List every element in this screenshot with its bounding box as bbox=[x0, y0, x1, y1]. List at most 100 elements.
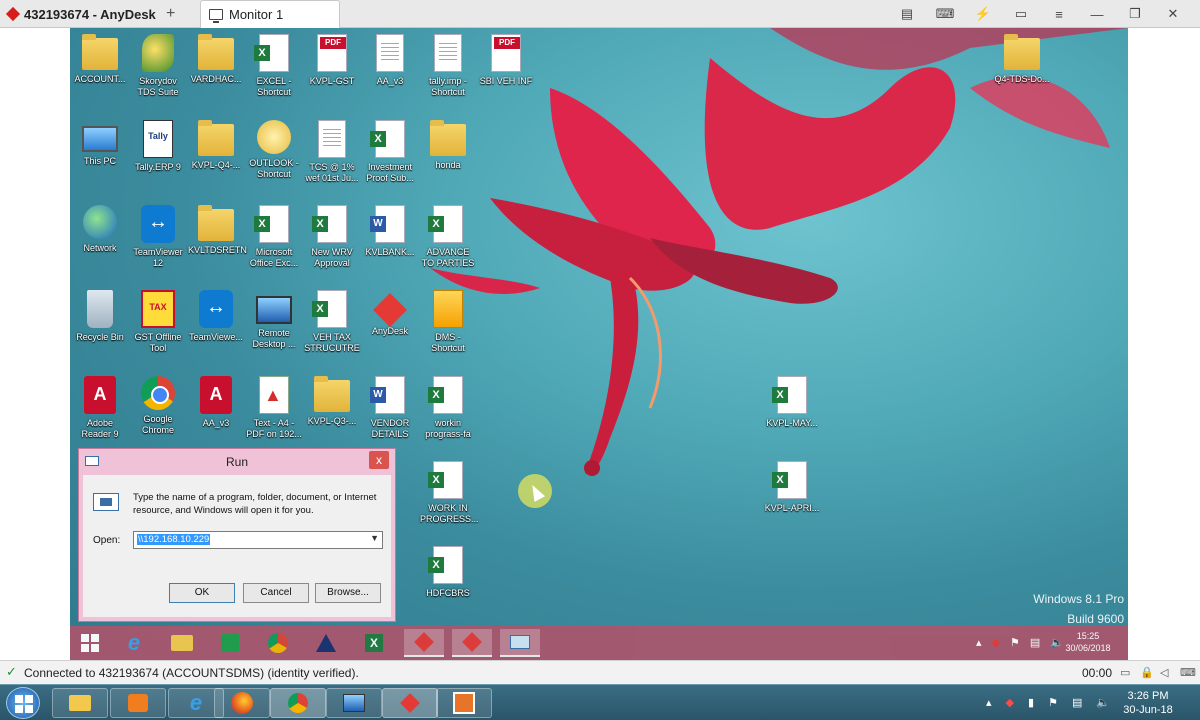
desktop-icon[interactable]: Network bbox=[72, 205, 128, 254]
run-dialog-titlebar[interactable]: Run x bbox=[79, 449, 395, 475]
desktop-icon[interactable]: KVPL-MAY... bbox=[764, 376, 820, 429]
desktop-icon[interactable]: KVPL-GST bbox=[304, 34, 360, 87]
cancel-button[interactable]: Cancel bbox=[243, 583, 309, 603]
keyboard-icon[interactable]: ⌨ bbox=[926, 4, 964, 24]
anydesk-tray-icon[interactable]: ◆ bbox=[992, 636, 1000, 649]
desktop-icon[interactable]: EXCEL - Shortcut bbox=[246, 34, 302, 98]
network-icon[interactable]: ▤ bbox=[1072, 696, 1082, 709]
taskbar-store[interactable] bbox=[210, 629, 250, 657]
desktop-icon[interactable]: KVPL-APRI... bbox=[764, 461, 820, 514]
taskbar-ie[interactable]: e bbox=[114, 629, 154, 657]
desktop-icon[interactable]: WORK IN PROGRESS... bbox=[420, 461, 479, 525]
menu-icon[interactable]: ≡ bbox=[1040, 4, 1078, 24]
host-taskbar-chrome[interactable] bbox=[270, 688, 326, 718]
desktop-icon[interactable]: KVPL-Q4-... bbox=[188, 120, 244, 171]
desktop-icon[interactable]: KVPL-Q3-... bbox=[304, 376, 360, 427]
taskbar-chrome[interactable] bbox=[258, 629, 298, 657]
taskbar-excel[interactable]: X bbox=[354, 629, 394, 657]
taskbar-run[interactable] bbox=[500, 629, 540, 657]
close-icon[interactable]: ✕ bbox=[1154, 4, 1192, 24]
desktop-icon[interactable]: workin prograss-fa bbox=[420, 376, 476, 440]
desktop-icon[interactable]: New WRV Approval bbox=[304, 205, 360, 269]
desktop-icon[interactable]: Text - A4 - PDF on 192... bbox=[246, 376, 302, 440]
taskbar-app[interactable] bbox=[306, 629, 346, 657]
ok-button[interactable]: OK bbox=[169, 583, 235, 603]
desktop-icon-label: Text - A4 - PDF on 192... bbox=[246, 418, 302, 439]
volume-icon[interactable]: 🔈 bbox=[1096, 696, 1110, 709]
desktop-icon[interactable]: TeamViewer 12 bbox=[130, 205, 186, 269]
chat-icon[interactable]: ▤ bbox=[888, 4, 926, 24]
network-icon[interactable]: ▤ bbox=[1030, 636, 1040, 649]
taskbar-anydesk-1[interactable] bbox=[404, 629, 444, 657]
desktop-icon[interactable]: SBI VEH INF bbox=[478, 34, 534, 87]
desktop-icon[interactable]: KVLBANK... bbox=[362, 205, 418, 258]
host-taskbar-app[interactable] bbox=[436, 688, 492, 718]
desktop-icon[interactable]: DMS - Shortcut bbox=[420, 290, 476, 354]
remote-clock[interactable]: 15:25 30/06/2018 bbox=[1058, 630, 1118, 654]
new-tab-button[interactable]: + bbox=[166, 5, 175, 23]
desktop-icon[interactable]: AA_v3 bbox=[362, 34, 418, 87]
desktop-icon[interactable]: Google Chrome bbox=[130, 376, 186, 436]
flag-icon[interactable]: ⚑ bbox=[1048, 696, 1058, 709]
desktop-icon[interactable]: This PC bbox=[72, 120, 128, 167]
lock-icon[interactable]: 🔒 bbox=[1140, 666, 1154, 679]
tray-expand-icon[interactable]: ▴ bbox=[976, 636, 982, 649]
minimize-icon[interactable]: — bbox=[1078, 4, 1116, 24]
lightning-icon[interactable]: ⚡ bbox=[964, 4, 1002, 24]
host-taskbar-media[interactable] bbox=[110, 688, 166, 718]
open-input[interactable]: \\192.168.10.229 ▼ bbox=[133, 531, 383, 549]
flag-icon[interactable]: ⚑ bbox=[1010, 636, 1020, 649]
desktop-icon[interactable]: Adobe Reader 9 bbox=[72, 376, 128, 440]
desktop-icon[interactable]: tally.imp - Shortcut bbox=[420, 34, 476, 98]
desktop-icon[interactable]: AA_v3 bbox=[188, 376, 244, 429]
taskbar-explorer[interactable] bbox=[162, 629, 202, 657]
screen-icon[interactable]: ▭ bbox=[1120, 666, 1130, 679]
desktop-icon[interactable]: VARDHAC... bbox=[188, 34, 244, 85]
remote-desktop[interactable]: ACCOUNT... Skorydov TDS Suite VARDHAC... EX… bbox=[70, 28, 1128, 660]
keyboard-status-icon[interactable]: ⌨ bbox=[1180, 666, 1196, 679]
desktop-icon[interactable]: OUTLOOK - Shortcut bbox=[246, 120, 302, 180]
desktop-icon[interactable]: Q4-TDS-Do... bbox=[994, 34, 1050, 85]
audio-icon[interactable]: ◁ bbox=[1160, 666, 1168, 679]
restore-icon[interactable]: ❐ bbox=[1116, 4, 1154, 24]
host-taskbar-anydesk[interactable] bbox=[382, 688, 438, 718]
host-clock[interactable]: 3:26 PM 30-Jun-18 bbox=[1120, 689, 1176, 717]
folder-icon bbox=[82, 34, 118, 70]
signal-icon[interactable]: ▮ bbox=[1028, 696, 1034, 709]
desktop-icon[interactable]: Recycle Bin bbox=[72, 290, 128, 343]
desktop-icon[interactable]: honda bbox=[420, 120, 476, 171]
tray-expand-icon[interactable]: ▴ bbox=[986, 696, 992, 709]
anydesk-tray-icon[interactable]: ◆ bbox=[1006, 696, 1014, 709]
desktop-icon[interactable]: HDFCBRS bbox=[420, 546, 476, 599]
desktop-icon[interactable]: KVLTDSRETN bbox=[188, 205, 247, 256]
host-start-button[interactable] bbox=[6, 687, 40, 719]
desktop-icon[interactable]: Microsoft Office Exc... bbox=[246, 205, 302, 269]
desktop-icon[interactable]: TCS @ 1% wef 01st Ju... bbox=[304, 120, 360, 184]
desktop-icon[interactable]: ADVANCE TO PARTIES bbox=[420, 205, 476, 269]
desktop-icon-label: HDFCBRS bbox=[426, 588, 470, 598]
chevron-down-icon[interactable]: ▼ bbox=[370, 533, 379, 543]
desktop-icon[interactable]: GST Offline Tool bbox=[130, 290, 186, 354]
run-close-button[interactable]: x bbox=[369, 451, 389, 469]
host-clock-date: 30-Jun-18 bbox=[1123, 704, 1173, 716]
folder-icon bbox=[198, 34, 234, 70]
tab-monitor-1[interactable]: Monitor 1 bbox=[200, 0, 340, 28]
host-taskbar-rdp[interactable] bbox=[326, 688, 382, 718]
desktop-icon[interactable]: AnyDesk bbox=[362, 290, 418, 337]
connected-check-icon: ✓ bbox=[6, 664, 17, 679]
host-taskbar-explorer[interactable] bbox=[52, 688, 108, 718]
desktop-icon[interactable]: Remote Desktop ... bbox=[246, 290, 302, 350]
desktop-icon[interactable]: VEH TAX STRUCUTRE bbox=[304, 290, 360, 354]
desktop-icon[interactable]: Investment Proof Sub... bbox=[362, 120, 418, 184]
desktop-icon[interactable]: Skorydov TDS Suite bbox=[130, 34, 186, 98]
taskbar-anydesk-2[interactable] bbox=[452, 629, 492, 657]
browse-button[interactable]: Browse... bbox=[315, 583, 381, 603]
desktop-icon[interactable]: VENDOR DETAILS bbox=[362, 376, 418, 440]
tab-anydesk-session[interactable]: 432193674 - AnyDesk bbox=[4, 0, 186, 28]
display-icon[interactable]: ▭ bbox=[1002, 4, 1040, 24]
desktop-icon[interactable]: ACCOUNT... bbox=[72, 34, 128, 85]
host-taskbar-firefox[interactable] bbox=[214, 688, 270, 718]
remote-start-button[interactable] bbox=[70, 629, 110, 657]
desktop-icon[interactable]: Tally.ERP 9 bbox=[130, 120, 186, 173]
desktop-icon[interactable]: TeamViewe... bbox=[188, 290, 244, 343]
